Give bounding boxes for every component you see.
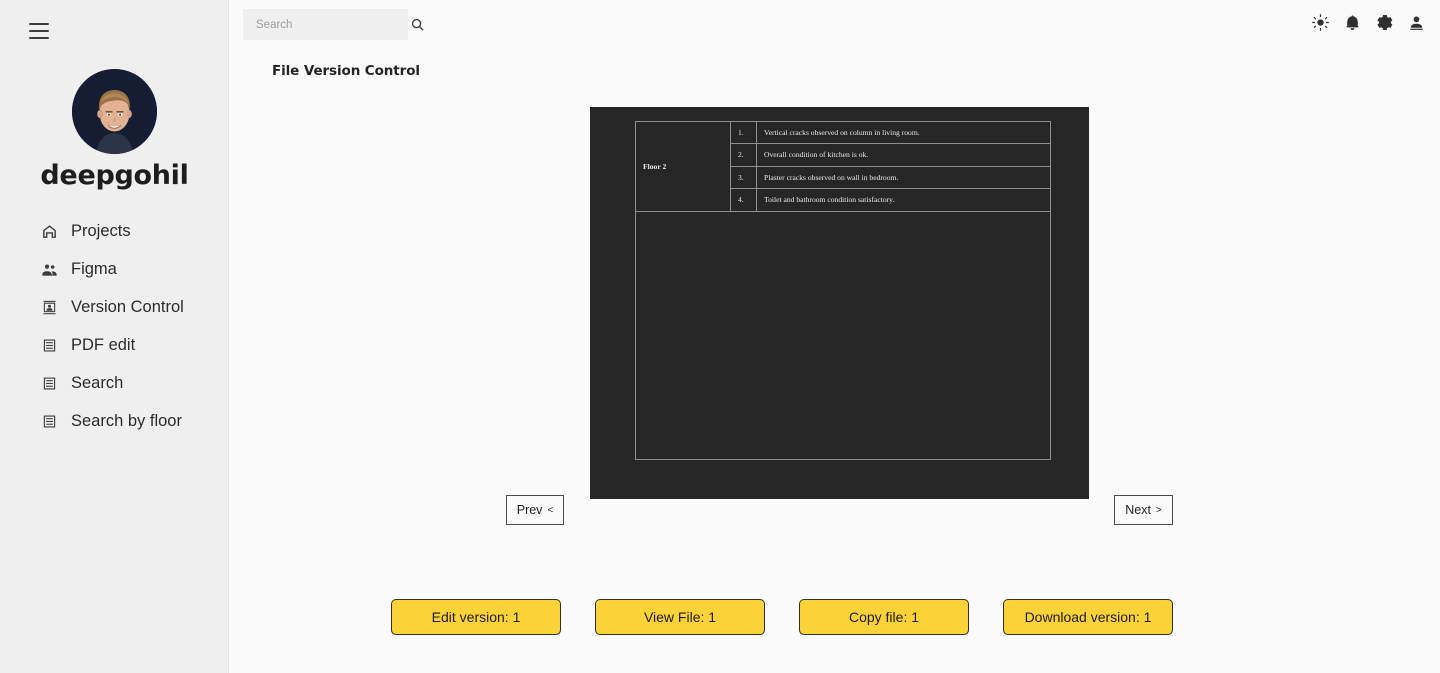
download-version-button[interactable]: Download version: 1 xyxy=(1003,599,1173,635)
sidebar-item-search-by-floor[interactable]: Search by floor xyxy=(0,402,229,440)
sidebar-item-search[interactable]: Search xyxy=(0,364,229,402)
topbar-icons xyxy=(1311,13,1426,32)
hamburger-line xyxy=(29,30,49,32)
chevron-left-icon: < xyxy=(547,504,554,516)
row-text: Vertical cracks observed on column in li… xyxy=(756,120,1051,145)
table-row-blank xyxy=(635,210,1051,460)
hamburger-line xyxy=(29,37,49,39)
next-button[interactable]: Next > xyxy=(1114,495,1173,525)
sidebar-item-label: PDF edit xyxy=(71,335,136,354)
sidebar-nav: Projects Figma Version Control PDF edit xyxy=(0,212,229,440)
sidebar-item-version-control[interactable]: Version Control xyxy=(0,288,229,326)
row-number: 2. xyxy=(730,143,757,167)
copy-file-button[interactable]: Copy file: 1 xyxy=(799,599,969,635)
prev-label: Prev xyxy=(516,503,543,517)
floor-label-cell: Floor 2 xyxy=(635,121,731,212)
username-label: deepgohil xyxy=(40,160,189,191)
sidebar-item-label: Figma xyxy=(71,259,117,278)
blank-cell xyxy=(635,210,1051,460)
sidebar-item-label: Search xyxy=(71,373,124,392)
search-box[interactable] xyxy=(243,9,424,40)
page-title: File Version Control xyxy=(272,63,420,79)
home-icon xyxy=(41,223,58,240)
brightness-icon[interactable] xyxy=(1311,13,1330,32)
row-number: 1. xyxy=(730,120,757,145)
sidebar-item-label: Version Control xyxy=(71,297,184,316)
sidebar-item-projects[interactable]: Projects xyxy=(0,212,229,250)
account-box-icon xyxy=(41,299,58,316)
sidebar-item-label: Search by floor xyxy=(71,411,182,430)
people-group-icon xyxy=(41,261,58,278)
row-text: Plaster cracks observed on wall in bedro… xyxy=(756,165,1051,190)
article-icon xyxy=(41,337,58,354)
settings-gear-icon[interactable] xyxy=(1375,13,1394,32)
view-file-button[interactable]: View File: 1 xyxy=(595,599,765,635)
edit-version-button[interactable]: Edit version: 1 xyxy=(391,599,561,635)
sidebar-item-label: Projects xyxy=(71,221,131,240)
notifications-bell-icon[interactable] xyxy=(1343,13,1362,32)
chevron-right-icon: > xyxy=(1155,504,1162,516)
row-text: Toilet and bathroom condition satisfacto… xyxy=(756,188,1051,212)
sidebar: deepgohil Projects Figma Version Control xyxy=(0,0,229,673)
sidebar-item-pdf-edit[interactable]: PDF edit xyxy=(0,326,229,364)
table-row: Floor 2 1. Vertical cracks observed on c… xyxy=(635,120,1051,212)
article-icon xyxy=(41,413,58,430)
hamburger-menu-icon[interactable] xyxy=(29,23,49,39)
avatar[interactable] xyxy=(72,69,157,154)
row-number: 4. xyxy=(730,188,757,212)
row-number: 3. xyxy=(730,165,757,190)
search-input[interactable] xyxy=(256,18,410,31)
prev-button[interactable]: Prev < xyxy=(506,495,564,525)
sidebar-item-figma[interactable]: Figma xyxy=(0,250,229,288)
hamburger-line xyxy=(29,23,49,25)
row-text: Overall condition of kitchen is ok. xyxy=(756,143,1051,167)
article-icon xyxy=(41,375,58,392)
document-table: Floor 2 1. Vertical cracks observed on c… xyxy=(635,120,1051,460)
account-person-icon[interactable] xyxy=(1407,13,1426,32)
document-preview[interactable]: Floor 2 1. Vertical cracks observed on c… xyxy=(590,107,1089,499)
search-icon[interactable] xyxy=(410,17,425,32)
next-label: Next xyxy=(1125,503,1151,517)
